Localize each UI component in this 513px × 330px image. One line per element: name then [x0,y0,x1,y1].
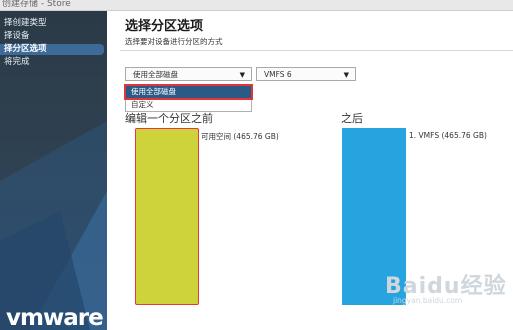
wizard-sidebar: 择创建类型 择设备 择分区选项 将完成 vmware [0,11,107,330]
filesystem-version-value: VMFS 6 [264,70,292,79]
before-partition-label: 可用空间 (465.76 GB) [201,132,279,141]
sidebar-item-partition-options[interactable]: 择分区选项 [0,44,104,55]
sidebar-item-label: 将完成 [4,57,30,67]
sidebar-item-select-type[interactable]: 择创建类型 [0,18,104,29]
before-heading: 编辑一个分区之前 [125,112,213,125]
sidebar-item-label: 择创建类型 [4,18,47,28]
vmware-logo: vmware [6,305,104,330]
partition-layout-dropdown: 使用全部磁盘 自定义 [124,84,253,112]
divider [120,50,513,51]
chevron-down-icon: ▼ [343,71,349,79]
option-use-all-disk[interactable]: 使用全部磁盘 [124,84,253,100]
window-titlebar: 创建存储 - Store [0,0,513,11]
before-free-space-bar [135,128,199,305]
sidebar-item-label: 择设备 [4,31,30,41]
filesystem-version-select[interactable]: VMFS 6 ▼ [256,67,356,81]
page-title: 选择分区选项 [125,19,204,34]
after-heading: 之后 [341,112,363,125]
window-title: 创建存储 - Store [2,0,71,9]
sidebar-item-label: 择分区选项 [4,44,47,54]
sidebar-item-ready-to-complete[interactable]: 将完成 [0,57,104,68]
sidebar-item-select-device[interactable]: 择设备 [0,31,104,42]
chevron-down-icon: ▼ [239,71,245,79]
baidu-watermark-url: jingyan.baidu.com [393,296,463,305]
partition-layout-select[interactable]: 使用全部磁盘 ▼ [125,67,252,81]
partition-layout-value: 使用全部磁盘 [133,70,178,79]
page-subtitle: 选择要对设备进行分区的方式 [125,37,223,46]
after-partition-label: 1. VMFS (465.76 GB) [409,131,487,140]
